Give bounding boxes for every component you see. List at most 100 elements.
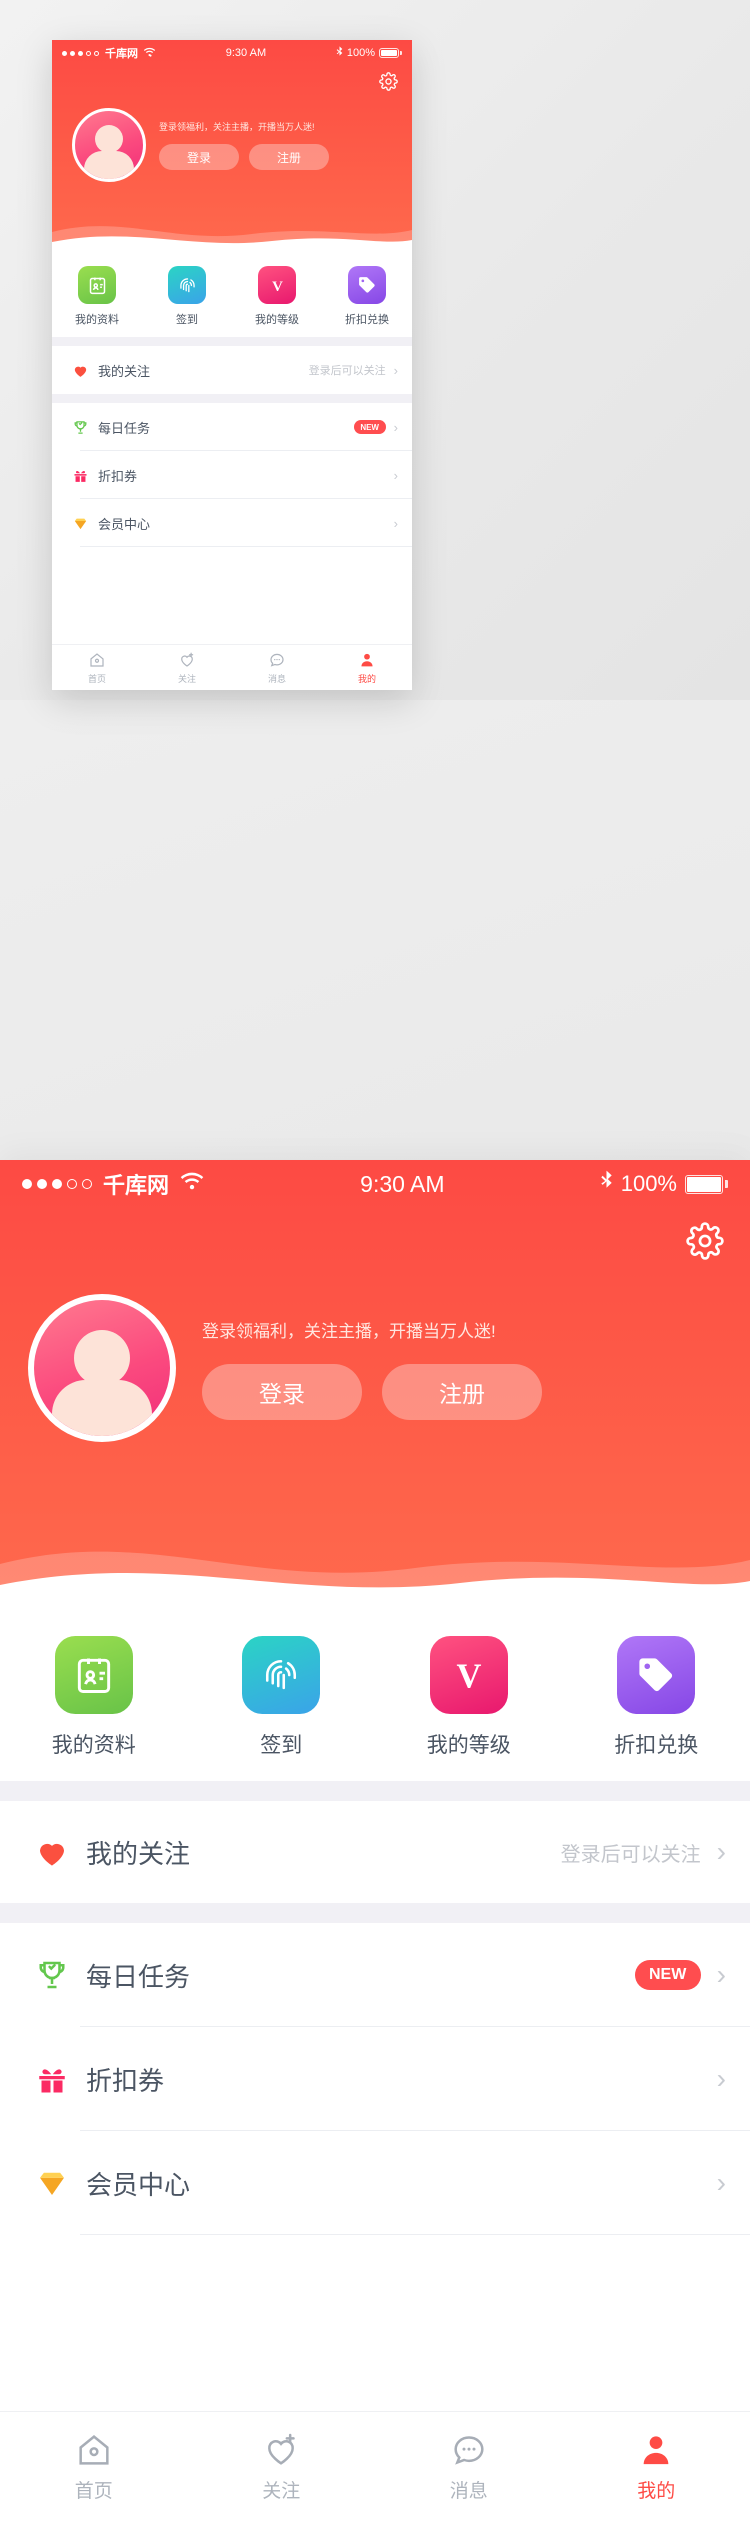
quick-action-discount-exchange[interactable]: 折扣兑换 xyxy=(322,266,412,327)
preview-phone-screen: 千库网 9:30 AM 100% 登录领福利，关注主播，开播当万人迷! 登录 注… xyxy=(52,40,412,690)
section-gap xyxy=(0,1781,750,1801)
quick-action-check-in[interactable]: 签到 xyxy=(142,266,232,327)
status-right-small: 100% xyxy=(336,45,402,61)
status-right-large: 100% xyxy=(600,1170,728,1198)
profile-text-large: 登录领福利，关注主播，开播当万人迷! 登录 注册 xyxy=(202,1317,542,1420)
login-button[interactable]: 登录 xyxy=(202,1363,362,1420)
register-button[interactable]: 注册 xyxy=(382,1363,542,1420)
id-card-icon xyxy=(54,1636,133,1714)
profile-text-small: 登录领福利，关注主播，开播当万人迷! 登录 注册 xyxy=(159,120,329,170)
quick-action-my-profile[interactable]: 我的资料 xyxy=(52,266,142,327)
gift-icon xyxy=(66,467,94,484)
chevron-right-icon: › xyxy=(393,419,398,435)
quick-action-my-level[interactable]: V 我的等级 xyxy=(232,266,322,327)
tab-home[interactable]: 首页 xyxy=(52,645,142,690)
battery-percent-small: 100% xyxy=(346,47,375,59)
quick-action-label: 折扣兑换 xyxy=(614,1734,699,1757)
quick-action-label: 我的等级 xyxy=(426,1734,511,1757)
bluetooth-icon xyxy=(336,45,343,61)
row-my-follows[interactable]: 我的关注 登录后可以关注 › xyxy=(0,1801,750,1903)
bluetooth-icon xyxy=(600,1170,613,1198)
row-daily-tasks[interactable]: 每日任务 NEW › xyxy=(0,1923,750,2027)
status-left-small: 千库网 xyxy=(62,45,156,61)
tab-bar-small: 首页 关注 消息 我的 xyxy=(52,644,412,690)
battery-cap-icon xyxy=(725,1180,728,1188)
row-member-center[interactable]: 会员中心 › xyxy=(0,2131,750,2235)
register-button[interactable]: 注册 xyxy=(249,144,329,170)
row-label: 我的关注 xyxy=(86,1838,191,1869)
row-my-follows[interactable]: 我的关注 登录后可以关注 › xyxy=(52,346,412,394)
row-discount-coupon[interactable]: 折扣券 › xyxy=(0,2027,750,2131)
tag-icon xyxy=(348,266,386,304)
tab-message[interactable]: 消息 xyxy=(232,645,322,690)
quick-action-discount-exchange[interactable]: 折扣兑换 xyxy=(563,1636,750,1759)
trophy-icon xyxy=(24,1957,80,1993)
heart-icon xyxy=(66,362,94,379)
tab-label: 首页 xyxy=(74,2481,113,2502)
tagline: 登录领福利，关注主播，开播当万人迷! xyxy=(159,122,315,132)
section-gap xyxy=(0,1903,750,1923)
quick-action-label: 我的资料 xyxy=(51,1734,136,1757)
row-note: 登录后可以关注 xyxy=(308,365,386,377)
chevron-right-icon: › xyxy=(716,2167,726,2198)
login-button[interactable]: 登录 xyxy=(159,144,239,170)
signal-dots-icon xyxy=(22,1179,97,1189)
wifi-icon xyxy=(143,47,156,60)
vip-v-icon: V xyxy=(258,266,296,304)
section-gap xyxy=(52,337,412,346)
chevron-right-icon: › xyxy=(716,1836,726,1867)
row-label: 折扣券 xyxy=(98,468,138,484)
avatar[interactable] xyxy=(28,1294,176,1442)
tab-home[interactable]: 首页 xyxy=(0,2412,188,2521)
row-label: 会员中心 xyxy=(86,2169,191,2200)
quick-action-label: 我的等级 xyxy=(255,314,299,326)
quick-action-check-in[interactable]: 签到 xyxy=(188,1636,376,1759)
chevron-right-icon: › xyxy=(393,362,398,378)
battery-icon xyxy=(685,1174,723,1194)
quick-action-my-level[interactable]: V 我的等级 xyxy=(375,1636,563,1759)
tab-message[interactable]: 消息 xyxy=(375,2412,563,2521)
row-discount-coupon[interactable]: 折扣券 › xyxy=(52,451,412,499)
tagline: 登录领福利，关注主播，开播当万人迷! xyxy=(202,1321,496,1341)
auth-buttons-small: 登录 注册 xyxy=(159,144,329,170)
quick-actions-large: 我的资料 签到 V 我的等级 折扣兑换 xyxy=(0,1610,750,1781)
tab-mine[interactable]: 我的 xyxy=(322,645,412,690)
tab-label: 我的 xyxy=(357,673,376,684)
full-phone-screen: 千库网 9:30 AM 100% 登录领福利，关注主播，开播当万人迷! 登录 注… xyxy=(0,1160,750,2521)
battery-icon xyxy=(379,48,399,58)
status-badge: NEW xyxy=(353,420,386,434)
status-time-large: 9:30 AM xyxy=(360,1170,445,1197)
quick-action-label: 签到 xyxy=(176,314,198,326)
battery-cap-icon xyxy=(400,51,402,55)
status-time-small: 9:30 AM xyxy=(225,47,267,59)
section-gap xyxy=(52,394,412,403)
status-left-large: 千库网 xyxy=(22,1168,205,1200)
tab-bar-large: 首页 关注 消息 我的 xyxy=(0,2411,750,2521)
row-daily-tasks[interactable]: 每日任务 NEW › xyxy=(52,403,412,451)
profile-header-large: 千库网 9:30 AM 100% 登录领福利，关注主播，开播当万人迷! 登录 注… xyxy=(0,1160,750,1610)
carrier-label: 千库网 xyxy=(105,48,138,60)
profile-block-small: 登录领福利，关注主播，开播当万人迷! 登录 注册 xyxy=(52,66,412,182)
tab-label: 我的 xyxy=(637,2481,676,2502)
row-label: 折扣券 xyxy=(86,2065,165,2096)
row-label: 每日任务 xyxy=(86,1961,191,1992)
diamond-icon xyxy=(24,2165,80,2201)
row-label: 会员中心 xyxy=(98,516,151,532)
quick-action-my-profile[interactable]: 我的资料 xyxy=(0,1636,188,1759)
trophy-icon xyxy=(66,419,94,436)
tab-follow[interactable]: 关注 xyxy=(142,645,232,690)
row-member-center[interactable]: 会员中心 › xyxy=(52,499,412,547)
carrier-label: 千库网 xyxy=(103,1173,170,1198)
tab-follow[interactable]: 关注 xyxy=(188,2412,376,2521)
status-bar-large: 千库网 9:30 AM 100% xyxy=(0,1160,750,1208)
tab-label: 首页 xyxy=(87,673,106,684)
chevron-right-icon: › xyxy=(393,467,398,483)
gift-icon xyxy=(24,2061,80,2097)
battery-percent-large: 100% xyxy=(620,1171,677,1196)
fingerprint-icon xyxy=(168,266,206,304)
header-wave-decoration xyxy=(52,210,412,254)
chevron-right-icon: › xyxy=(716,2063,726,2094)
tab-mine[interactable]: 我的 xyxy=(563,2412,750,2521)
quick-actions-small: 我的资料 签到 V 我的等级 折扣兑换 xyxy=(52,254,412,337)
avatar[interactable] xyxy=(72,108,146,182)
